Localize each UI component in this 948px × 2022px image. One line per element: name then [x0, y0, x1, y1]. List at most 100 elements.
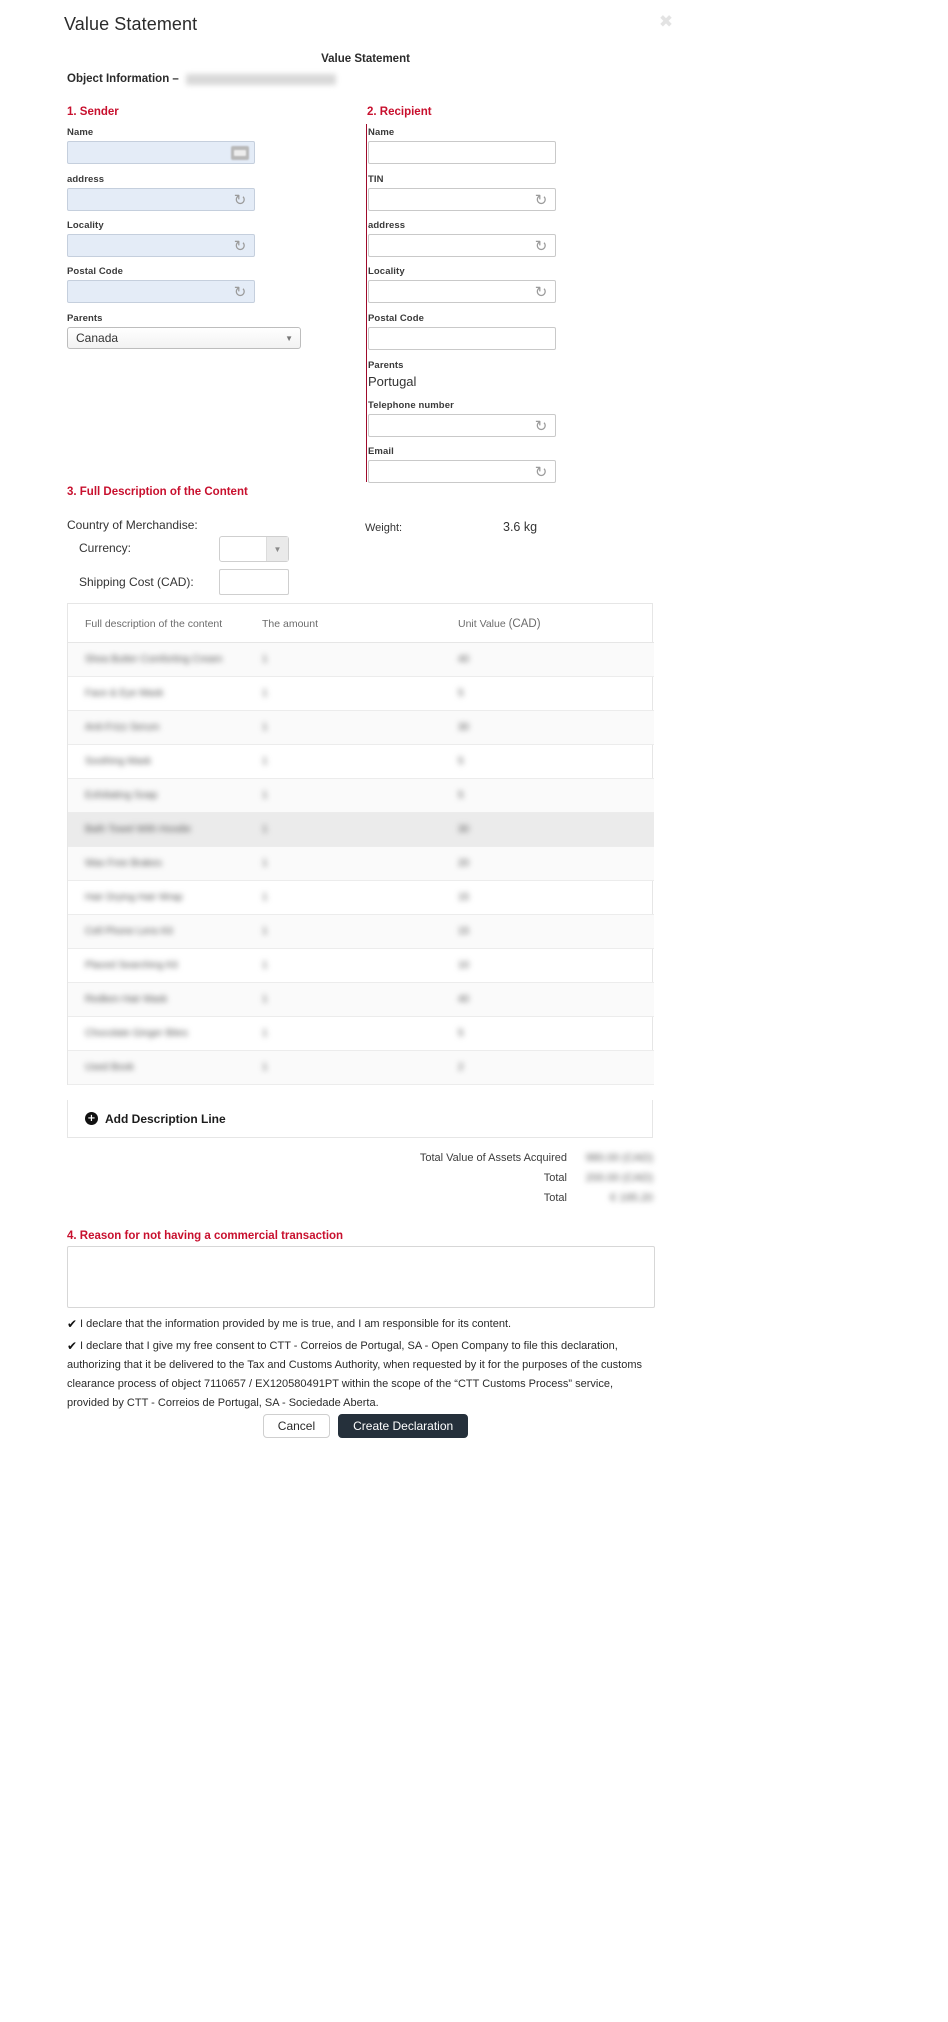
sender-country-select[interactable]: Canada ▼: [67, 327, 301, 349]
table-row[interactable]: Cell Phone Lens Kit 1 15: [68, 914, 654, 949]
recipient-locality-field[interactable]: Locality ↻: [368, 266, 556, 303]
table-row[interactable]: Face & Eye Mask 1 5: [68, 676, 654, 711]
plus-circle-icon: +: [85, 1112, 98, 1125]
recipient-email-input[interactable]: ↻: [368, 460, 556, 483]
table-row[interactable]: Chocolate Ginger Bites 1 5: [68, 1016, 654, 1051]
section-content-heading: 3. Full Description of the Content: [67, 486, 248, 498]
reason-textarea[interactable]: [67, 1246, 655, 1308]
revert-icon[interactable]: ↻: [232, 238, 248, 254]
object-information-value: [186, 74, 337, 85]
sender-locality-field[interactable]: Locality ↻: [67, 220, 255, 257]
total-label: Total: [543, 1172, 567, 1184]
recipient-phone-input[interactable]: ↻: [368, 414, 556, 437]
page-title: Value Statement: [64, 14, 198, 34]
cell-unit-value: 5: [458, 778, 654, 813]
recipient-phone-field[interactable]: Telephone number ↻: [368, 400, 556, 437]
cell-amount: 1: [262, 744, 458, 779]
recipient-tin-input[interactable]: ↻: [368, 188, 556, 211]
total-row: Total Value of Assets Acquired 980.00 (C…: [330, 1148, 653, 1168]
table-row[interactable]: Bath Towel With Hoodie 1 30: [68, 812, 654, 847]
section-divider: [366, 124, 367, 482]
cell-amount: 1: [262, 1050, 458, 1085]
recipient-email-field[interactable]: Email ↻: [368, 446, 556, 483]
recipient-postal-code-field[interactable]: Postal Code: [368, 313, 556, 350]
table-row[interactable]: Used Book 1 2: [68, 1050, 654, 1085]
cell-amount: 1: [262, 676, 458, 711]
shipping-cost-label: Shipping Cost (CAD):: [79, 575, 194, 589]
sender-name-input[interactable]: [67, 141, 255, 164]
cell-description: Placed Searching Kit: [68, 948, 262, 983]
cell-description: Used Book: [68, 1050, 262, 1085]
cell-description: Anti-Frizz Serum: [68, 710, 262, 745]
create-declaration-button[interactable]: Create Declaration: [338, 1414, 469, 1438]
declaration-checkbox[interactable]: ✔: [67, 1318, 78, 1330]
recipient-postal-code-input[interactable]: [368, 327, 556, 350]
revert-icon[interactable]: ↻: [232, 284, 248, 300]
table-row[interactable]: Placed Searching Kit 1 10: [68, 948, 654, 983]
sender-address-label: address: [67, 174, 105, 185]
add-description-line-button[interactable]: + Add Description Line: [67, 1100, 653, 1138]
sender-country-label: Parents: [67, 313, 103, 324]
table-row[interactable]: Soothing Mask 1 5: [68, 744, 654, 779]
declaration-checkbox[interactable]: ✔: [67, 1340, 78, 1352]
chevron-down-icon[interactable]: ▼: [285, 328, 293, 348]
revert-icon[interactable]: ↻: [232, 192, 248, 208]
table-row[interactable]: Shea Butter Comforting Cream 1 40: [68, 642, 654, 677]
table-row[interactable]: Wax Free Brakes 1 20: [68, 846, 654, 881]
sender-address-field[interactable]: address ↻: [67, 174, 255, 211]
recipient-name-label: Name: [368, 127, 395, 138]
recipient-tin-field[interactable]: TIN ↻: [368, 174, 556, 211]
declaration-item[interactable]: ✔ I declare that the information provided…: [67, 1315, 657, 1334]
recipient-address-label: address: [368, 220, 406, 231]
cell-description: Redken Hair Mask: [68, 982, 262, 1017]
sender-country-field[interactable]: Parents Canada ▼: [67, 313, 301, 349]
revert-icon[interactable]: ↻: [533, 284, 549, 300]
table-row[interactable]: Anti-Frizz Serum 1 30: [68, 710, 654, 745]
keyboard-icon[interactable]: [231, 146, 249, 160]
revert-icon[interactable]: ↻: [533, 238, 549, 254]
cell-description: Cell Phone Lens Kit: [68, 914, 262, 949]
cell-unit-value: 30: [458, 710, 654, 745]
cell-unit-value: 5: [458, 676, 654, 711]
cancel-button[interactable]: Cancel: [262, 1414, 331, 1438]
cell-amount: 1: [262, 812, 458, 847]
sender-name-field[interactable]: Name: [67, 127, 255, 164]
recipient-address-field[interactable]: address ↻: [368, 220, 556, 257]
shipping-cost-input[interactable]: [219, 569, 289, 595]
column-header-amount: The amount: [262, 604, 458, 643]
cell-amount: 1: [262, 948, 458, 983]
cell-amount: 1: [262, 914, 458, 949]
declaration-item[interactable]: ✔ I declare that I give my free consent t…: [67, 1337, 657, 1413]
table-header-row: Full description of the content The amou…: [68, 604, 654, 643]
cell-unit-value: 10: [458, 948, 654, 983]
sender-postal-code-field[interactable]: Postal Code ↻: [67, 266, 255, 303]
close-icon[interactable]: ✖: [657, 13, 675, 31]
revert-icon[interactable]: ↻: [533, 464, 549, 480]
sender-postal-code-input[interactable]: ↻: [67, 280, 255, 303]
sender-address-input[interactable]: ↻: [67, 188, 255, 211]
value-statement-modal: Value Statement ✖ Value Statement Object…: [0, 0, 948, 1882]
sender-locality-input[interactable]: ↻: [67, 234, 255, 257]
cell-amount: 1: [262, 982, 458, 1017]
recipient-name-input[interactable]: [368, 141, 556, 164]
cell-amount: 1: [262, 846, 458, 881]
cell-unit-value: 15: [458, 880, 654, 915]
total-value: 980.00 (CAD): [585, 1152, 653, 1164]
total-label: Total Value of Assets Acquired: [419, 1152, 567, 1164]
table-row[interactable]: Hair Drying Hair Wrap 1 15: [68, 880, 654, 915]
recipient-name-field[interactable]: Name: [368, 127, 556, 164]
currency-select[interactable]: ▼: [219, 536, 289, 562]
recipient-postal-code-label: Postal Code: [368, 313, 424, 324]
recipient-tin-label: TIN: [368, 174, 384, 185]
cell-amount: 1: [262, 880, 458, 915]
add-description-line-label: Add Description Line: [105, 1111, 226, 1126]
recipient-locality-input[interactable]: ↻: [368, 280, 556, 303]
chevron-down-icon[interactable]: ▼: [266, 537, 288, 561]
column-header-description: Full description of the content: [68, 604, 262, 643]
table-row[interactable]: Redken Hair Mask 1 40: [68, 982, 654, 1017]
revert-icon[interactable]: ↻: [533, 192, 549, 208]
table-row[interactable]: Exfoliating Soap 1 5: [68, 778, 654, 813]
revert-icon[interactable]: ↻: [533, 418, 549, 434]
cell-unit-value: 20: [458, 846, 654, 881]
recipient-address-input[interactable]: ↻: [368, 234, 556, 257]
